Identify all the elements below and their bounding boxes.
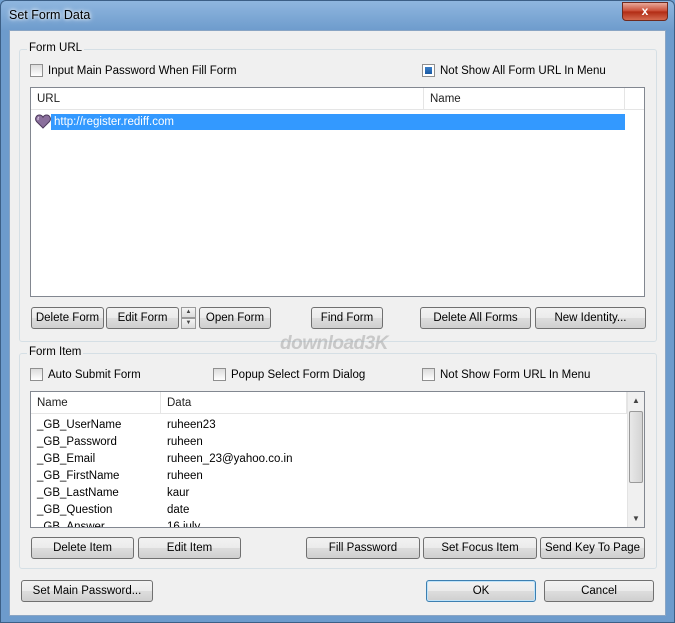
form-order-spinner[interactable]: ▲ ▼	[181, 307, 196, 329]
table-row[interactable]: _GB_UserName ruheen23	[31, 417, 216, 434]
window-title: Set Form Data	[9, 8, 91, 22]
form-url-group-label: Form URL	[27, 42, 85, 54]
send-key-to-page-button[interactable]: Send Key To Page	[540, 537, 645, 559]
delete-all-forms-label: Delete All Forms	[433, 312, 518, 324]
item-data-cell: ruheen23	[167, 419, 216, 431]
item-name-cell: _GB_Email	[37, 453, 96, 465]
delete-form-label: Delete Form	[35, 312, 100, 324]
not-show-url-checkbox-box[interactable]	[422, 368, 435, 381]
heart-icon	[35, 113, 51, 130]
input-main-password-label: Input Main Password When Fill Form	[48, 64, 237, 77]
item-name-cell: _GB_Password	[37, 436, 117, 448]
item-data-cell: ruheen	[167, 436, 203, 448]
cancel-button[interactable]: Cancel	[544, 580, 654, 602]
column-header-url[interactable]: URL	[31, 88, 424, 110]
close-icon: x	[641, 4, 649, 18]
form-item-scrollbar[interactable]: ▲ ▼	[627, 392, 644, 527]
popup-select-checkbox-box[interactable]	[213, 368, 226, 381]
find-form-label: Find Form	[320, 312, 374, 324]
auto-submit-checkbox-box[interactable]	[30, 368, 43, 381]
new-identity-label: New Identity...	[554, 312, 627, 324]
table-row[interactable]: _GB_Answer 16 july	[31, 519, 201, 528]
edit-form-label: Edit Form	[117, 312, 168, 324]
item-data-cell: 16 july	[167, 521, 201, 528]
ok-label: OK	[472, 585, 490, 597]
edit-item-label: Edit Item	[166, 542, 213, 554]
not-show-all-url-checkbox-box[interactable]	[422, 64, 435, 77]
edit-item-button[interactable]: Edit Item	[138, 537, 241, 559]
input-main-password-checkbox-box[interactable]	[30, 64, 43, 77]
set-focus-item-label: Set Focus Item	[441, 542, 519, 554]
dialog-window: Set Form Data x Form URL Input Main Pass…	[0, 0, 675, 623]
auto-submit-label: Auto Submit Form	[48, 368, 141, 381]
scroll-thumb[interactable]	[629, 411, 643, 483]
ok-button[interactable]: OK	[426, 580, 536, 602]
item-name-cell: _GB_FirstName	[37, 470, 120, 482]
set-main-password-label: Set Main Password...	[32, 585, 142, 597]
item-data-cell: date	[167, 504, 190, 516]
move-up-button[interactable]: ▲	[181, 307, 196, 318]
column-header-item-name[interactable]: Name	[31, 392, 161, 414]
form-url-cell: http://register.rediff.com	[51, 113, 625, 130]
delete-all-forms-button[interactable]: Delete All Forms	[420, 307, 531, 329]
set-focus-item-button[interactable]: Set Focus Item	[423, 537, 537, 559]
not-show-url-checkbox[interactable]: Not Show Form URL In Menu	[422, 368, 590, 381]
table-row[interactable]: _GB_Password ruheen	[31, 434, 203, 451]
open-form-button[interactable]: Open Form	[199, 307, 271, 329]
column-header-item-data[interactable]: Data	[161, 392, 627, 414]
set-main-password-button[interactable]: Set Main Password...	[21, 580, 153, 602]
table-row[interactable]: _GB_FirstName ruheen	[31, 468, 203, 485]
item-name-cell: _GB_Answer	[37, 521, 105, 528]
move-down-button[interactable]: ▼	[181, 318, 196, 329]
fill-password-button[interactable]: Fill Password	[306, 537, 420, 559]
form-item-list-header: Name Data	[31, 392, 628, 414]
delete-item-button[interactable]: Delete Item	[31, 537, 134, 559]
form-item-list[interactable]: Name Data _GB_UserName ruheen23 _GB_Passwo…	[30, 391, 645, 528]
dialog-client-area: Form URL Input Main Password When Fill F…	[9, 30, 666, 616]
watermark-logo: download3K	[280, 333, 388, 354]
form-url-list-header: URL Name	[31, 88, 644, 110]
form-url-row[interactable]: http://register.rediff.com	[35, 113, 627, 130]
close-button[interactable]: x	[622, 2, 668, 21]
item-data-cell: ruheen	[167, 470, 203, 482]
table-row[interactable]: _GB_Question date	[31, 502, 189, 519]
popup-select-label: Popup Select Form Dialog	[231, 368, 366, 381]
delete-form-button[interactable]: Delete Form	[31, 307, 104, 329]
not-show-url-label: Not Show Form URL In Menu	[440, 368, 591, 381]
item-name-cell: _GB_LastName	[37, 487, 119, 499]
form-item-group-label: Form Item	[27, 346, 84, 358]
table-row[interactable]: _GB_LastName kaur	[31, 485, 189, 502]
item-data-cell: kaur	[167, 487, 190, 499]
item-name-cell: _GB_UserName	[37, 419, 122, 431]
auto-submit-checkbox[interactable]: Auto Submit Form	[30, 368, 141, 381]
not-show-all-url-checkbox[interactable]: Not Show All Form URL In Menu	[422, 64, 606, 77]
scroll-down-arrow-icon[interactable]: ▼	[628, 510, 644, 527]
title-bar[interactable]: Set Form Data x	[1, 1, 674, 30]
popup-select-checkbox[interactable]: Popup Select Form Dialog	[213, 368, 365, 381]
not-show-all-url-label: Not Show All Form URL In Menu	[440, 64, 606, 77]
fill-password-label: Fill Password	[328, 542, 398, 554]
form-url-list[interactable]: URL Name http://register.rediff.com	[30, 87, 645, 297]
edit-form-button[interactable]: Edit Form	[106, 307, 179, 329]
cancel-label: Cancel	[581, 585, 617, 597]
delete-item-label: Delete Item	[53, 542, 112, 554]
item-data-cell: ruheen_23@yahoo.co.in	[167, 453, 293, 465]
item-name-cell: _GB_Question	[37, 504, 113, 516]
send-key-to-page-label: Send Key To Page	[544, 542, 641, 554]
column-header-name[interactable]: Name	[424, 88, 625, 110]
input-main-password-checkbox[interactable]: Input Main Password When Fill Form	[30, 64, 237, 77]
scroll-up-arrow-icon[interactable]: ▲	[628, 392, 644, 409]
new-identity-button[interactable]: New Identity...	[535, 307, 646, 329]
table-row[interactable]: _GB_Email ruheen_23@yahoo.co.in	[31, 451, 293, 468]
find-form-button[interactable]: Find Form	[311, 307, 383, 329]
open-form-label: Open Form	[205, 312, 265, 324]
